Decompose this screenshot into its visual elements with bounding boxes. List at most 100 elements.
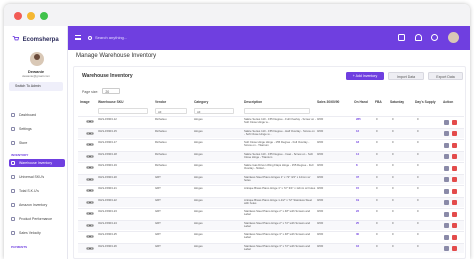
cell-on-hand: 12 — [356, 129, 360, 133]
close-window-button[interactable] — [14, 12, 22, 20]
search-input[interactable]: Search anything... — [88, 34, 238, 42]
delete-icon[interactable] — [452, 200, 457, 205]
switch-to-admin-button[interactable]: Switch To Admin — [9, 82, 63, 91]
sidebar-item-amazon-inventory[interactable]: Amazon Inventory — [9, 201, 65, 209]
add-inventory-button[interactable]: + Add Inventory — [346, 72, 384, 80]
column-header-sku[interactable]: Warehouse SKU — [98, 100, 124, 104]
user-avatar[interactable] — [30, 52, 44, 66]
column-header-category[interactable]: Category — [194, 100, 208, 104]
product-thumbnail[interactable] — [86, 165, 94, 170]
table-row[interactable]: OHS-15903-26 GRT Hinges Stainless Steel Pia… — [78, 242, 464, 253]
product-thumbnail[interactable] — [86, 188, 94, 193]
sidebar-item-settings[interactable]: Settings — [9, 125, 65, 133]
edit-icon[interactable] — [444, 154, 449, 159]
column-header-vendor[interactable]: Vendor — [155, 100, 166, 104]
sidebar-item-universal-skus[interactable]: Universal SKU's — [9, 173, 65, 181]
product-thumbnail[interactable] — [86, 200, 94, 205]
column-header-sales[interactable]: Sales 30/60/90 — [317, 100, 339, 104]
cell-vendor: GRT — [155, 187, 161, 190]
table-row[interactable]: OHS-15903-12 Richelieu Hinges Salice Series… — [78, 116, 464, 126]
delete-icon[interactable] — [452, 154, 457, 159]
sidebar-item-store[interactable]: Store — [9, 139, 65, 147]
table-row[interactable]: OHS-15903-24 GRT Hinges Stainless Steel Pia… — [78, 219, 464, 230]
sidebar-item-product-performance[interactable]: Product Performance — [9, 215, 65, 223]
description-filter-input[interactable] — [244, 108, 310, 114]
window-titlebar — [4, 4, 470, 26]
product-thumbnail[interactable] — [86, 131, 94, 136]
cell-sat: 0 — [392, 164, 394, 167]
column-header-days-supply[interactable]: Day's Supply — [415, 100, 436, 104]
product-thumbnail[interactable] — [86, 234, 94, 239]
table-row[interactable]: OHS-15903-21 GRT Hinges Antique Brass Piano… — [78, 185, 464, 195]
product-thumbnail[interactable] — [86, 177, 94, 182]
cell-sales: 0/0/0 — [317, 233, 324, 236]
cell-description: Salice Series 110 - 155 Degree - Half Ov… — [244, 129, 315, 136]
edit-icon[interactable] — [444, 234, 449, 240]
page-size-control: Page size: 20 — [82, 88, 121, 94]
table-row[interactable]: OHS-15903-17 Richelieu Hinges Soft Close Hi… — [78, 139, 464, 149]
column-header-on-hand[interactable]: On Hand — [354, 100, 368, 104]
delete-icon[interactable] — [452, 234, 457, 240]
table-row[interactable]: OHS-15903-20 GRT Hinges Stainless Steel Pia… — [78, 173, 464, 184]
sidebar-item-warehouse-inventory[interactable]: Warehouse Inventory — [9, 159, 65, 167]
delete-icon[interactable] — [452, 131, 457, 136]
product-thumbnail[interactable] — [86, 142, 94, 147]
gear-icon[interactable] — [431, 34, 438, 41]
table-row[interactable]: OHS-15903-15 Richelieu Hinges Salice Series… — [78, 127, 464, 138]
table-row[interactable]: OHS-15903-22 GRT Hinges Antique Brass Piano… — [78, 196, 464, 207]
vendor-filter-select[interactable]: All — [155, 108, 187, 114]
sku-filter-input[interactable] — [98, 108, 148, 114]
product-thumbnail[interactable] — [86, 211, 94, 216]
edit-icon[interactable] — [444, 223, 449, 228]
product-thumbnail[interactable] — [86, 119, 94, 124]
table-row[interactable]: OHS-15903-18 Richelieu Hinges Salice Series… — [78, 150, 464, 161]
top-user-avatar[interactable] — [448, 32, 459, 43]
delete-icon[interactable] — [452, 246, 457, 251]
top-bar: Search anything... — [68, 26, 470, 50]
minimize-window-button[interactable] — [27, 12, 35, 20]
sidebar-item-dashboard[interactable]: Dashboard — [9, 111, 65, 119]
export-data-button[interactable]: Export Data — [428, 72, 463, 80]
edit-icon[interactable] — [444, 200, 449, 205]
table-row[interactable]: OHS-15903-19 Richelieu Hinges Salice Gas Dr… — [78, 162, 464, 172]
delete-icon[interactable] — [452, 177, 457, 182]
app-logo[interactable]: Ecomsherpa — [12, 35, 59, 43]
import-data-button[interactable]: Import Data — [388, 72, 424, 80]
column-header-fba[interactable]: FBA — [375, 100, 382, 104]
table-row[interactable]: OHS-15903-23 GRT Hinges Stainless Steel Pia… — [78, 208, 464, 218]
sidebar-item-sales-velocity[interactable]: Sales Velocity — [9, 229, 65, 237]
cell-fba: 0 — [376, 221, 378, 225]
page-size-label: Page size: — [82, 90, 99, 94]
delete-icon[interactable] — [452, 142, 457, 148]
maximize-window-button[interactable] — [40, 12, 48, 20]
table-row[interactable]: OHS-15903-25 GRT Hinges Stainless Steel Pia… — [78, 231, 464, 241]
column-header-description[interactable]: Description — [244, 100, 262, 104]
category-filter-select[interactable]: All — [194, 108, 234, 114]
sidebar-item-total-skus[interactable]: Total S.K.U's — [9, 187, 65, 195]
product-thumbnail[interactable] — [86, 246, 94, 251]
page-size-select[interactable]: 20 — [102, 88, 121, 94]
edit-icon[interactable] — [444, 142, 449, 148]
product-thumbnail[interactable] — [86, 154, 94, 159]
delete-icon[interactable] — [452, 119, 457, 125]
edit-icon[interactable] — [444, 131, 449, 136]
delete-icon[interactable] — [452, 223, 457, 228]
cell-sales: 0/0/0 — [317, 221, 324, 225]
cell-days: 0 — [417, 141, 419, 144]
edit-icon[interactable] — [444, 188, 449, 194]
delete-icon[interactable] — [452, 165, 457, 171]
edit-icon[interactable] — [444, 211, 449, 217]
mail-icon[interactable] — [398, 34, 405, 41]
sidebar-item-label: Store — [19, 141, 28, 145]
column-header-saturday[interactable]: Saturday — [390, 100, 404, 104]
edit-icon[interactable] — [444, 177, 449, 182]
product-thumbnail[interactable] — [86, 223, 94, 228]
edit-icon[interactable] — [444, 165, 449, 171]
delete-icon[interactable] — [452, 188, 457, 194]
cell-days: 0 — [417, 187, 419, 190]
menu-icon[interactable] — [75, 35, 81, 40]
delete-icon[interactable] — [452, 211, 457, 217]
edit-icon[interactable] — [444, 119, 449, 125]
bell-icon[interactable] — [415, 34, 422, 41]
edit-icon[interactable] — [444, 246, 449, 251]
